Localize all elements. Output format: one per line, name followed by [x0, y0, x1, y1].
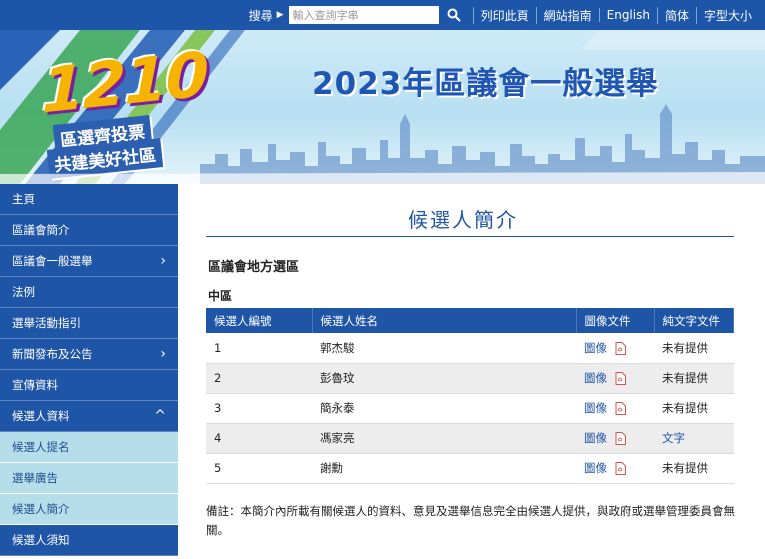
main-content: 候選人簡介 區議會地方選區 中區 候選人編號 候選人姓名 圖像文件 純文字文件 … [178, 184, 765, 559]
sidebar-item-label: 候選人簡介 [12, 502, 70, 516]
sidebar-item-label: 候選人須知 [12, 533, 70, 547]
sidebar-item-label: 新聞發布及公告 [12, 347, 93, 361]
banner: 1210 區選齊投票 共建美好社區 2023年區議會一般選舉 [0, 30, 765, 184]
sidebar-item-home[interactable]: 主頁 [0, 184, 178, 215]
chevron-right-icon: › [160, 253, 166, 269]
sidebar-item-label: 主頁 [12, 192, 35, 206]
magnifier-icon [447, 8, 461, 22]
disclaimer-note: 備註：本簡介內所載有關候選人的資料、意見及選舉信息完全由候選人提供，與政府或選舉… [206, 504, 735, 537]
image-file-link[interactable]: 圖像 [584, 401, 607, 415]
pdf-icon[interactable] [615, 432, 626, 445]
pdf-icon[interactable] [615, 462, 626, 475]
image-file-link[interactable]: 圖像 [584, 341, 607, 355]
image-file-link[interactable]: 圖像 [584, 431, 607, 445]
text-file-value: 未有提供 [654, 453, 734, 484]
candidate-number: 1 [206, 333, 312, 364]
table-row: 2 彭魯玟 圖像 未有提供 [206, 363, 734, 394]
page-title: 候選人簡介 [408, 208, 518, 232]
caret-right-icon: ▶ [276, 10, 284, 20]
font-size-link[interactable]: 字型大小 [695, 6, 759, 24]
candidate-number: 2 [206, 363, 312, 394]
sidebar-item-label: 宣傳資料 [12, 378, 58, 392]
image-file-link[interactable]: 圖像 [584, 461, 607, 475]
image-file-cell: 圖像 [576, 423, 654, 454]
text-file-link[interactable]: 文字 [662, 431, 685, 445]
sidebar-item-label: 選舉廣告 [12, 471, 58, 485]
header-candidate-number: 候選人編號 [206, 308, 313, 333]
header-text-file: 純文字文件 [654, 308, 734, 333]
sidebar-item-label: 候選人資料 [12, 409, 70, 423]
sidebar-item-candidate-introduction[interactable]: 候選人簡介 [0, 494, 178, 525]
header-image-file: 圖像文件 [576, 308, 655, 333]
sidebar-item-candidate-notes[interactable]: 候選人須知 [0, 525, 178, 556]
image-file-cell: 圖像 [576, 363, 654, 394]
sidebar-item-label: 區議會一般選舉 [12, 254, 93, 268]
pdf-icon[interactable] [615, 402, 626, 415]
sidebar-item-label: 法例 [12, 285, 35, 299]
text-file-value: 未有提供 [654, 333, 734, 364]
top-utility-bar: 搜尋 ▶ 列印此頁 網站指南 English 简体 字型大小 [0, 0, 765, 30]
header-candidate-name: 候選人姓名 [312, 308, 577, 333]
candidate-name: 簡永泰 [312, 393, 576, 424]
table-row: 4 馮家亮 圖像 文字 [206, 423, 734, 454]
candidate-table: 候選人編號 候選人姓名 圖像文件 純文字文件 1 郭杰駿 圖像 未有提供 2 彭… [206, 308, 734, 484]
table-row: 5 謝勳 圖像 未有提供 [206, 453, 734, 484]
district-heading: 中區 [208, 289, 233, 303]
city-skyline-illustration [0, 104, 765, 184]
sidebar-item-general-election[interactable]: 區議會一般選舉 › [0, 246, 178, 277]
simplified-chinese-link[interactable]: 简体 [656, 6, 696, 24]
print-page-link[interactable]: 列印此頁 [472, 6, 536, 24]
sidebar-item-district-council-intro[interactable]: 區議會簡介 [0, 215, 178, 246]
search-button[interactable] [443, 4, 465, 26]
chevron-right-icon: › [160, 346, 166, 362]
search-input[interactable] [288, 6, 439, 24]
candidate-number: 3 [206, 393, 312, 424]
image-file-cell: 圖像 [576, 333, 654, 364]
image-file-cell: 圖像 [576, 393, 654, 424]
sidebar-item-election-guidelines[interactable]: 選舉活動指引 [0, 308, 178, 339]
sidebar-item-label: 區議會簡介 [12, 223, 70, 237]
text-file-value: 未有提供 [654, 393, 734, 424]
sidebar-item-label: 候選人提名 [12, 440, 70, 454]
candidate-number: 4 [206, 423, 312, 454]
section-heading: 區議會地方選區 [208, 260, 300, 275]
sidebar-item-publicity-materials[interactable]: 宣傳資料 [0, 370, 178, 401]
sidebar-item-press-releases[interactable]: 新聞發布及公告 › [0, 339, 178, 370]
title-divider [206, 236, 734, 237]
sidebar-item-candidate-nomination[interactable]: 候選人提名 [0, 432, 178, 463]
utility-links: 列印此頁 網站指南 English 简体 字型大小 [472, 6, 759, 24]
search-label: 搜尋 [248, 8, 273, 23]
english-link[interactable]: English [598, 8, 657, 22]
sidebar-item-legislation[interactable]: 法例 [0, 277, 178, 308]
candidate-number: 5 [206, 453, 312, 484]
text-file-value: 未有提供 [654, 363, 734, 394]
sidebar-item-candidate-info[interactable]: 候選人資料 ^ [0, 401, 178, 432]
pdf-icon[interactable] [615, 341, 626, 355]
candidate-name: 郭杰駿 [312, 333, 576, 364]
pdf-icon[interactable] [615, 372, 626, 385]
table-row: 1 郭杰駿 圖像 未有提供 [206, 333, 734, 364]
table-row: 3 簡永泰 圖像 未有提供 [206, 393, 734, 424]
text-file-cell: 文字 [654, 423, 734, 454]
candidate-name: 馮家亮 [312, 423, 576, 454]
candidate-name: 彭魯玟 [312, 363, 576, 394]
site-guide-link[interactable]: 網站指南 [535, 6, 599, 24]
sidebar-item-label: 選舉活動指引 [12, 316, 81, 330]
candidate-name: 謝勳 [312, 453, 576, 484]
image-file-cell: 圖像 [576, 453, 654, 484]
table-header-row: 候選人編號 候選人姓名 圖像文件 純文字文件 [206, 308, 734, 333]
chevron-up-icon: ^ [154, 408, 166, 424]
sidebar-item-election-advertisements[interactable]: 選舉廣告 [0, 463, 178, 494]
sidebar-nav: 主頁 區議會簡介 區議會一般選舉 › 法例 選舉活動指引 新聞發布及公告 › 宣… [0, 184, 178, 559]
image-file-link[interactable]: 圖像 [584, 371, 607, 385]
